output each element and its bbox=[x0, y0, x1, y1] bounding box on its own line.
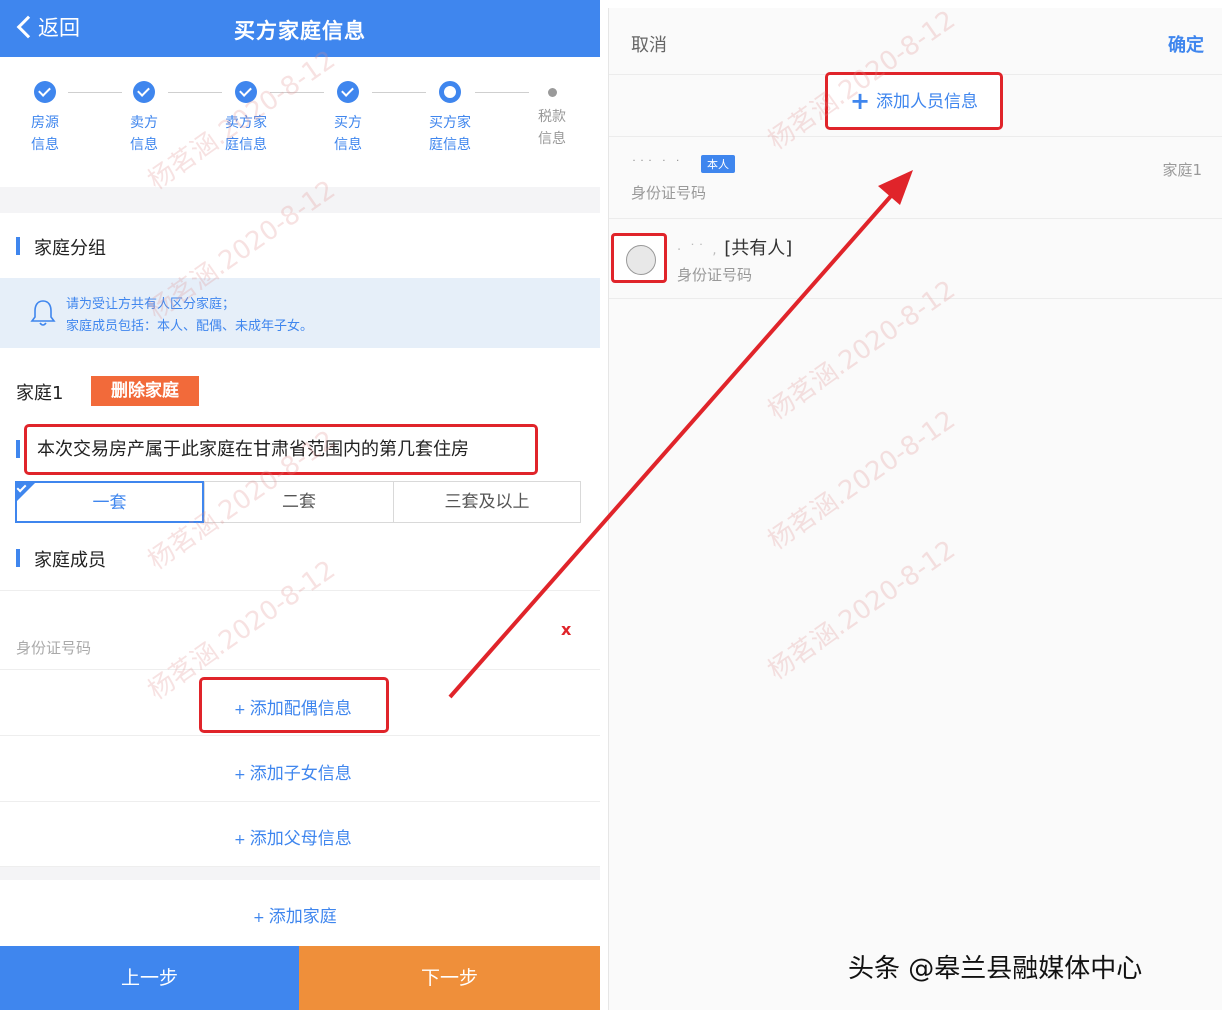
notice-line: 家庭成员包括：本人、配偶、未成年子女。 bbox=[66, 319, 314, 334]
highlight-box bbox=[611, 233, 667, 283]
person-row-coowner[interactable]: · ˙˙ , [共有人] bbox=[677, 234, 792, 260]
step-label: 庭信息 bbox=[429, 137, 471, 153]
step-seller-family: 卖方家 庭信息 bbox=[211, 81, 281, 156]
current-step-icon bbox=[439, 81, 461, 103]
step-tax-info: 税款 信息 bbox=[517, 81, 587, 150]
masked-name: · ˙˙ , bbox=[677, 243, 719, 258]
step-label: 买方家 bbox=[429, 115, 471, 131]
step-label: 卖方 bbox=[130, 115, 158, 131]
cancel-button[interactable]: 取消 bbox=[631, 31, 667, 57]
option-label: 一套 bbox=[92, 493, 127, 513]
check-circle-icon bbox=[34, 81, 56, 103]
step-label: 信息 bbox=[31, 137, 59, 153]
add-child-link[interactable]: + 添加子女信息 bbox=[234, 759, 352, 784]
divider bbox=[609, 136, 1222, 137]
select-radio[interactable] bbox=[626, 245, 656, 275]
step-label: 买方 bbox=[334, 115, 362, 131]
selected-corner bbox=[15, 481, 37, 503]
person-picker-screen: 取消 确定 + 添加人员信息 ˙˙˙ ˙ ˙ 本人 身份证号码 家庭1 · ˙˙ … bbox=[608, 8, 1222, 1010]
progress-steps: 房源信息 卖方信息 卖方家庭信息 买方信息 买方家庭信息 税款信息 bbox=[0, 57, 600, 187]
plus-icon: + bbox=[849, 87, 871, 115]
footer-credit: 头条 @皋兰县融媒体中心 bbox=[848, 954, 1143, 984]
plus-icon: + bbox=[234, 767, 246, 783]
option-label: 二套 bbox=[282, 492, 316, 512]
self-badge: 本人 bbox=[701, 155, 735, 173]
step-house-info: 房源 信息 bbox=[10, 81, 80, 156]
plus-icon: + bbox=[234, 832, 246, 848]
step-label: 房源 bbox=[31, 115, 59, 131]
step-buyer-family: 买方家 庭信息 bbox=[415, 81, 485, 156]
family-group-title: 家庭分组 bbox=[16, 234, 106, 260]
highlight-box bbox=[199, 677, 389, 733]
page-title: 买方家庭信息 bbox=[234, 19, 366, 43]
add-parent-link[interactable]: + 添加父母信息 bbox=[234, 824, 352, 849]
coowner-role: [共有人] bbox=[724, 238, 793, 259]
plus-icon: + bbox=[253, 910, 265, 926]
add-family-link[interactable]: + 添加家庭 bbox=[253, 902, 337, 927]
masked-name: ˙˙˙ ˙ ˙ bbox=[631, 158, 683, 172]
pending-step-icon bbox=[547, 88, 557, 97]
option-one-house[interactable]: 一套 bbox=[15, 481, 204, 523]
house-count-question: 本次交易房产属于此家庭在甘肃省范围内的第几套住房 bbox=[24, 424, 538, 475]
next-step-button[interactable]: 下一步 bbox=[299, 946, 600, 1010]
add-child-label: 添加子女信息 bbox=[249, 764, 352, 784]
person-family-label: 家庭1 bbox=[1162, 161, 1202, 179]
step-label: 卖方家 bbox=[225, 115, 267, 131]
member-id-label: 身份证号码 bbox=[16, 639, 92, 657]
add-parent-label: 添加父母信息 bbox=[249, 829, 352, 849]
check-circle-icon bbox=[133, 81, 155, 103]
add-family-label: 添加家庭 bbox=[268, 907, 337, 927]
notice-text: 请为受让方共有人区分家庭； 家庭成员包括：本人、配偶、未成年子女。 bbox=[66, 294, 313, 338]
step-buyer-info: 买方 信息 bbox=[313, 81, 383, 156]
step-label: 信息 bbox=[334, 137, 362, 153]
check-circle-icon bbox=[337, 81, 359, 103]
divider bbox=[609, 218, 1222, 219]
buyer-family-screen: 返回 买方家庭信息 房源 信息 卖方 信息 卖方家 庭信息 买方 信息 买方家 庭信息 bbox=[0, 0, 600, 1010]
remove-member-button[interactable]: x bbox=[561, 620, 571, 639]
confirm-button[interactable]: 确定 bbox=[1168, 31, 1204, 57]
section-marker bbox=[16, 440, 20, 458]
check-circle-icon bbox=[235, 81, 257, 103]
step-label: 信息 bbox=[130, 137, 158, 153]
person-id-label: 身份证号码 bbox=[677, 266, 753, 284]
option-label: 三套及以上 bbox=[444, 492, 530, 512]
divider bbox=[609, 298, 1222, 299]
step-seller-info: 卖方 信息 bbox=[109, 81, 179, 156]
add-person-button[interactable]: + 添加人员信息 bbox=[825, 72, 1003, 130]
option-three-plus[interactable]: 三套及以上 bbox=[393, 481, 581, 523]
family-members-title: 家庭成员 bbox=[16, 546, 106, 572]
person-id-label: 身份证号码 bbox=[631, 184, 707, 202]
family-label: 家庭1 bbox=[16, 383, 64, 404]
bell-icon bbox=[30, 300, 56, 326]
app-header: 返回 买方家庭信息 bbox=[0, 0, 600, 57]
step-label: 信息 bbox=[538, 131, 566, 147]
step-label: 税款 bbox=[538, 109, 566, 125]
prev-step-button[interactable]: 上一步 bbox=[0, 946, 299, 1010]
notice-line: 请为受让方共有人区分家庭； bbox=[66, 297, 236, 312]
step-label: 庭信息 bbox=[225, 137, 267, 153]
add-person-label: 添加人员信息 bbox=[876, 92, 979, 112]
member-row bbox=[0, 590, 600, 670]
delete-family-button[interactable]: 删除家庭 bbox=[91, 376, 199, 406]
option-two-houses[interactable]: 二套 bbox=[204, 481, 394, 523]
